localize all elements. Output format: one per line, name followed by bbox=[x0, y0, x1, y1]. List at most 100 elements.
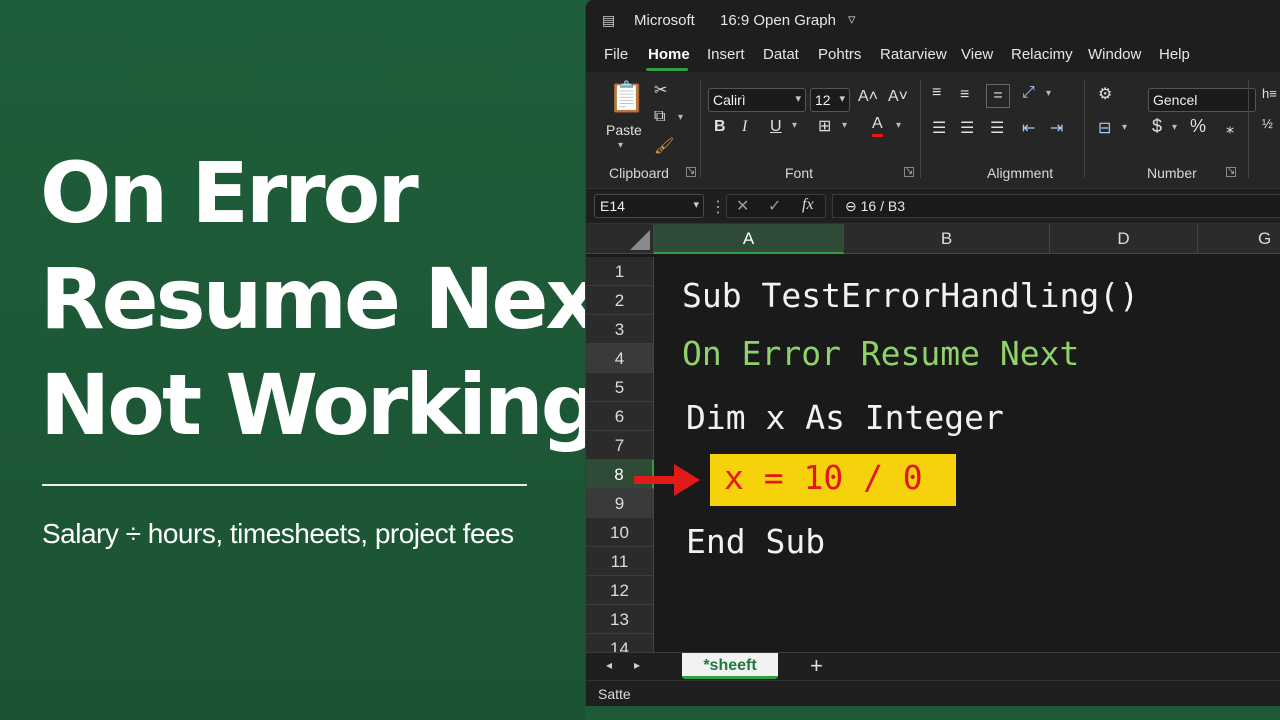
borders-chevron-icon[interactable]: ▾ bbox=[842, 120, 847, 131]
number-launcher-icon[interactable]: ↘ bbox=[1226, 167, 1236, 177]
menu-bar: File Home Insert Datat Pohtrs Ratarview … bbox=[586, 40, 1280, 72]
formula-input[interactable]: ⊖ 16 / B3 bbox=[832, 194, 1280, 218]
format-painter-icon[interactable]: 🖌 bbox=[654, 136, 674, 156]
more-options-icon[interactable]: ⋮ bbox=[710, 197, 726, 217]
error-arrow-icon bbox=[634, 476, 676, 484]
document-chevron-icon[interactable]: ▿ bbox=[848, 10, 856, 28]
currency-icon[interactable]: $ bbox=[1152, 116, 1162, 137]
ribbon: 📋 Paste ▾ ✂ ⧉ ▾ 🖌 Clipboard ↘ Calirì ▾ 12… bbox=[586, 72, 1280, 188]
align-top-icon[interactable]: ≡ bbox=[932, 84, 941, 102]
orientation-chevron-icon[interactable]: ▾ bbox=[1046, 88, 1051, 99]
row-header-8[interactable]: 8 bbox=[586, 460, 654, 489]
decrease-font-icon[interactable]: A˅ bbox=[888, 88, 908, 106]
menu-insert[interactable]: Insert bbox=[707, 46, 745, 63]
decrease-indent-icon[interactable]: ⇤ bbox=[1022, 118, 1035, 138]
clipboard-launcher-icon[interactable]: ↘ bbox=[686, 167, 696, 177]
code-line-on-error[interactable]: On Error Resume Next bbox=[682, 334, 1079, 373]
active-tab-indicator bbox=[646, 68, 688, 71]
align-center-icon[interactable]: ☰ bbox=[960, 118, 974, 138]
column-header-d[interactable]: D bbox=[1050, 224, 1198, 254]
comma-style-icon[interactable]: ⁎ bbox=[1226, 118, 1234, 138]
column-header-g[interactable]: G bbox=[1198, 224, 1280, 254]
prev-sheet-icon[interactable]: ◂ bbox=[606, 658, 612, 672]
underline-icon[interactable]: U bbox=[770, 118, 782, 136]
row-header-9[interactable]: 9 bbox=[586, 489, 654, 518]
cell-styles-icon[interactable]: ½ bbox=[1262, 116, 1273, 131]
underline-chevron-icon[interactable]: ▾ bbox=[792, 120, 797, 131]
menu-home[interactable]: Home bbox=[648, 46, 690, 63]
row-header-10[interactable]: 10 bbox=[586, 518, 654, 547]
currency-chevron-icon[interactable]: ▾ bbox=[1172, 122, 1177, 133]
font-color-chevron-icon[interactable]: ▾ bbox=[896, 120, 901, 131]
row-header-4[interactable]: 4 bbox=[586, 344, 654, 373]
name-box[interactable]: E14 ▾ bbox=[594, 194, 704, 218]
cut-icon[interactable]: ✂ bbox=[654, 80, 667, 100]
enter-check-icon[interactable]: ✓ bbox=[768, 196, 781, 216]
sheet-tab-bar: ◂ ▸ *sheeft + bbox=[586, 652, 1280, 680]
clipboard-group-label: Clipboard bbox=[609, 165, 669, 181]
document-name[interactable]: 16:9 Open Graph bbox=[720, 12, 836, 29]
cancel-icon[interactable]: ✕ bbox=[736, 196, 749, 216]
menu-window[interactable]: Window bbox=[1088, 46, 1141, 63]
headline-line-3: Not Working bbox=[40, 356, 601, 454]
orientation-icon[interactable]: ⤢ bbox=[1022, 84, 1035, 102]
excel-app-icon: ▤ bbox=[602, 12, 616, 28]
row-header-3[interactable]: 3 bbox=[586, 315, 654, 344]
alignment-group-label: Aligmment bbox=[987, 165, 1054, 181]
headline-line-1: On Error bbox=[40, 144, 419, 242]
font-group-label: Font bbox=[785, 165, 814, 181]
menu-review[interactable]: Ratarview bbox=[880, 46, 947, 63]
menu-relacimy[interactable]: Relacimy bbox=[1011, 46, 1073, 63]
row-header-7[interactable]: 7 bbox=[586, 431, 654, 460]
number-format-select[interactable]: Gencel bbox=[1148, 88, 1256, 112]
borders-icon[interactable]: ⊞ bbox=[818, 116, 831, 136]
column-header-a[interactable]: A bbox=[654, 224, 844, 254]
align-right-icon[interactable]: ☰ bbox=[990, 118, 1004, 138]
percent-icon[interactable]: % bbox=[1190, 116, 1206, 137]
next-sheet-icon[interactable]: ▸ bbox=[634, 658, 640, 672]
row-header-6[interactable]: 6 bbox=[586, 402, 654, 431]
menu-file[interactable]: File bbox=[604, 46, 628, 63]
menu-data[interactable]: Datat bbox=[763, 46, 799, 63]
row-header-2[interactable]: 2 bbox=[586, 286, 654, 315]
font-launcher-icon[interactable]: ↘ bbox=[904, 167, 914, 177]
row-header-1[interactable]: 1 bbox=[586, 257, 654, 286]
column-header-b[interactable]: B bbox=[844, 224, 1050, 254]
increase-font-icon[interactable]: A˄ bbox=[858, 88, 878, 106]
merge-chevron-icon[interactable]: ▾ bbox=[1122, 122, 1127, 133]
excel-window: ▤ Microsoft 16:9 Open Graph ▿ File Home … bbox=[585, 0, 1280, 706]
code-line-division[interactable]: x = 10 / 0 bbox=[724, 458, 923, 497]
code-line-sub[interactable]: Sub TestErrorHandling() bbox=[682, 276, 1139, 315]
paste-chevron-icon[interactable]: ▾ bbox=[618, 140, 623, 151]
increase-indent-icon[interactable]: ⇥ bbox=[1050, 118, 1063, 138]
paste-label[interactable]: Paste bbox=[606, 122, 642, 138]
bold-icon[interactable]: B bbox=[714, 118, 726, 136]
sheet-tab-active[interactable]: *sheeft bbox=[682, 653, 778, 679]
code-line-end-sub[interactable]: End Sub bbox=[686, 522, 825, 561]
row-header-5[interactable]: 5 bbox=[586, 373, 654, 402]
code-line-dim[interactable]: Dim x As Integer bbox=[686, 398, 1004, 437]
align-middle-icon[interactable]: ≡ bbox=[960, 86, 969, 104]
menu-formulas[interactable]: Pohtrs bbox=[818, 46, 861, 63]
styles-icon[interactable]: h≡ bbox=[1262, 86, 1277, 101]
add-sheet-button[interactable]: + bbox=[810, 653, 823, 679]
insert-function-icon[interactable]: fx bbox=[802, 196, 814, 214]
align-bottom-icon[interactable]: = bbox=[986, 84, 1010, 108]
font-size-select[interactable]: 12 ▾ bbox=[810, 88, 850, 112]
copy-icon[interactable]: ⧉ bbox=[654, 108, 665, 126]
italic-icon[interactable]: I bbox=[742, 118, 747, 136]
font-color-icon[interactable]: A bbox=[872, 114, 883, 137]
menu-view[interactable]: View bbox=[961, 46, 993, 63]
row-header-11[interactable]: 11 bbox=[586, 547, 654, 576]
align-left-icon[interactable]: ☰ bbox=[932, 118, 946, 138]
app-name: Microsoft bbox=[634, 12, 695, 29]
font-name-select[interactable]: Calirì ▾ bbox=[708, 88, 806, 112]
row-header-13[interactable]: 13 bbox=[586, 605, 654, 634]
merge-icon[interactable]: ⊟ bbox=[1098, 118, 1111, 138]
copy-chevron-icon[interactable]: ▾ bbox=[678, 112, 683, 123]
select-all-corner[interactable] bbox=[586, 224, 654, 254]
row-header-12[interactable]: 12 bbox=[586, 576, 654, 605]
menu-help[interactable]: Help bbox=[1159, 46, 1190, 63]
paste-icon[interactable]: 📋 bbox=[608, 80, 645, 115]
wrap-text-icon[interactable]: ⚙ bbox=[1098, 84, 1112, 104]
